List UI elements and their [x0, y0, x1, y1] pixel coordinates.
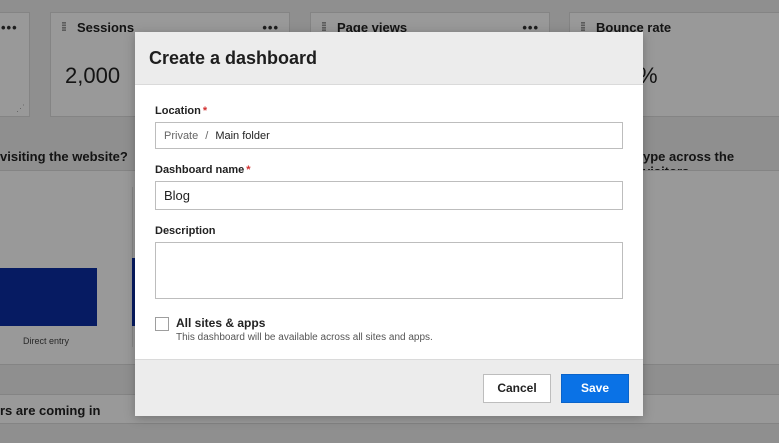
- create-dashboard-dialog: Create a dashboard Location * Private / M…: [135, 32, 643, 416]
- all-sites-checkbox[interactable]: [155, 317, 169, 331]
- cancel-button[interactable]: Cancel: [483, 373, 551, 403]
- description-label: Description: [155, 225, 216, 237]
- location-label: Location *: [155, 105, 208, 117]
- location-separator: /: [205, 129, 209, 142]
- location-private: Private: [164, 129, 199, 142]
- location-selector[interactable]: Private / Main folder: [155, 122, 623, 149]
- save-button[interactable]: Save: [561, 373, 629, 403]
- all-sites-label: All sites & apps: [176, 316, 266, 330]
- dashboard-name-input[interactable]: [155, 181, 623, 210]
- all-sites-hint: This dashboard will be available across …: [176, 332, 433, 343]
- required-mark: *: [246, 164, 251, 176]
- location-folder: Main folder: [215, 129, 270, 142]
- description-textarea[interactable]: [155, 242, 623, 299]
- required-mark: *: [202, 105, 208, 117]
- dialog-footer: Cancel Save: [135, 359, 643, 416]
- all-sites-option[interactable]: All sites & apps This dashboard will be …: [155, 316, 623, 343]
- dashboard-name-label: Dashboard name *: [155, 164, 251, 176]
- dialog-header: Create a dashboard: [135, 32, 643, 85]
- dialog-title: Create a dashboard: [149, 47, 318, 68]
- dialog-body: Location * Private / Main folder Dashboar…: [135, 85, 643, 343]
